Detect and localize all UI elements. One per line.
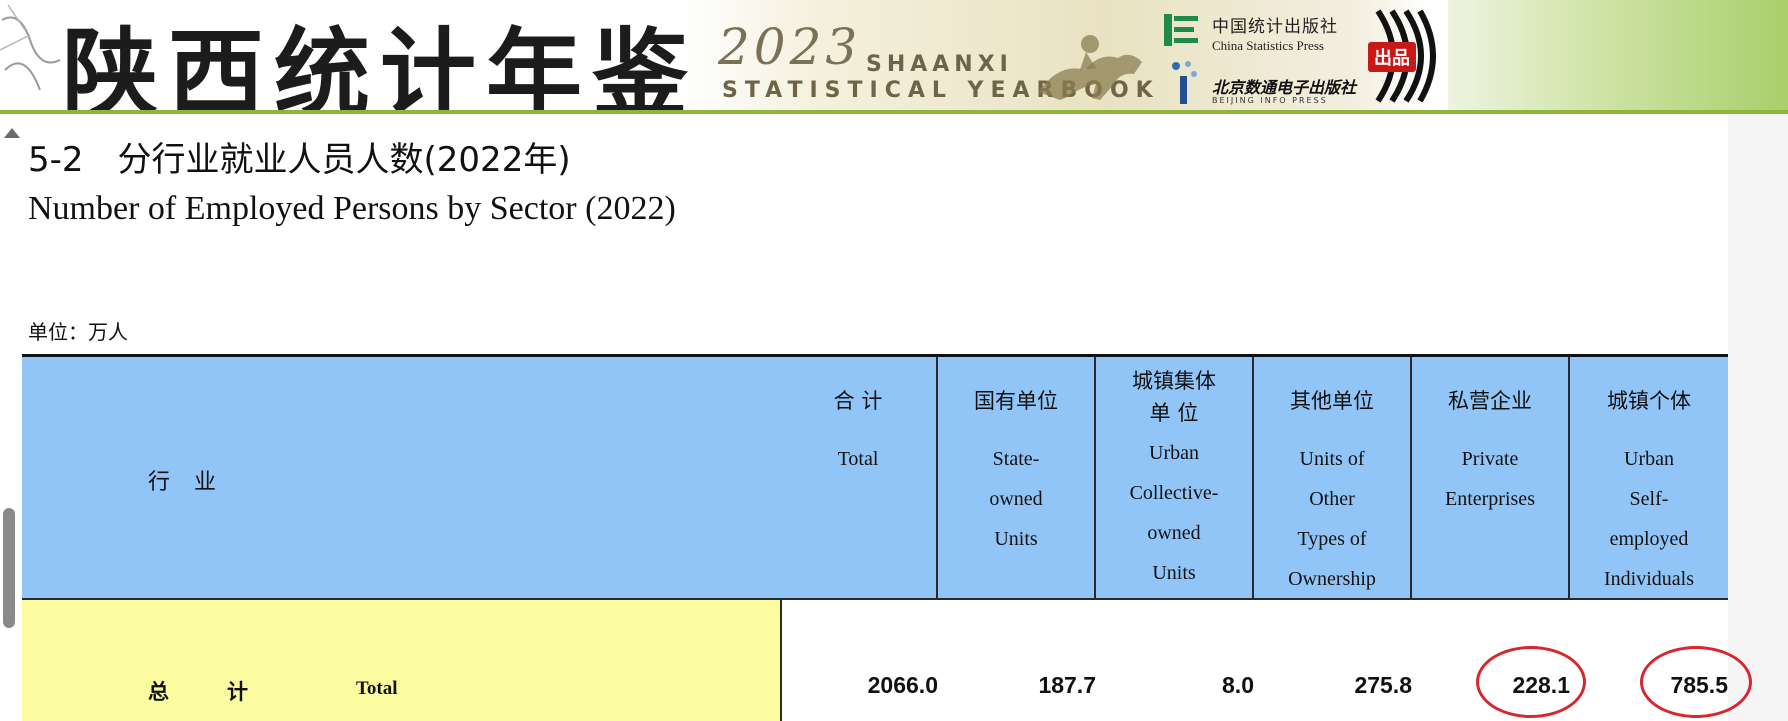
column-header-private: 私营企业 Private Enterprises [1412,357,1570,598]
beijing-info-press-logo-icon [1172,61,1197,104]
cell-other-units: 275.8 [1354,672,1412,698]
press2-name-cn: 北京数通电子出版社 [1212,78,1357,97]
column-header-self-employed: 城镇个体 Urban Self- employed Individuals [1570,357,1728,598]
row-label-cn: 总计 [148,680,306,704]
banner-divider [0,110,1788,114]
highlight-circle-self-employed [1640,646,1752,718]
column-header-cn: 城镇个体 [1607,389,1691,413]
cell-urban-collective: 8.0 [1222,672,1254,698]
column-header-urban-collective: 城镇集体 单 位 Urban Collective- owned Units [1096,357,1254,598]
industry-header-cell [22,357,782,598]
cell-total: 2066.0 [867,672,938,698]
column-header-en: Urban Collective- owned Units [1129,442,1219,584]
horse-rider-illustration-icon [1038,35,1142,100]
highlight-circle-private [1476,646,1586,718]
china-statistics-press-logo-icon [1164,14,1198,46]
column-header-state-owned: 国有单位 State- owned Units [938,357,1096,598]
industry-header-label: 行业 [148,470,241,495]
column-header-cn: 国有单位 [974,389,1058,413]
column-header-en: Total [837,448,879,470]
row-label-cell-total [22,600,782,721]
column-header-cn: 合 计 [833,389,883,413]
row-label-en: Total [356,678,398,699]
press-name-cn: 中国统计出版社 [1212,17,1338,37]
scroll-up-arrow-icon[interactable] [4,128,20,138]
column-header-en: State- owned Units [989,448,1043,550]
yearbook-banner: 陕西统计年鉴 2023 SHAANXI STATISTICAL YEARBOOK… [0,0,1788,110]
column-header-en: Urban Self- employed Individuals [1604,448,1694,590]
column-header-cn: 城镇集体 单 位 [1132,369,1216,425]
cell-state-owned: 187.7 [1038,672,1096,698]
column-header-en: Private Enterprises [1445,448,1535,510]
table-title-cn: 5-2 分行业就业人员人数(2022年) [28,140,571,180]
scrollbar-thumb[interactable] [3,508,15,628]
column-header-en: Units of Other Types of Ownership [1288,448,1376,590]
banner-shaanxi: SHAANXI [866,52,1013,77]
stamp-badge: 出品 [1368,42,1416,72]
column-header-total: 合 计 Total [780,357,938,598]
banner-green-panel [1448,0,1788,110]
column-header-cn: 其他单位 [1290,389,1374,413]
press2-name-en: BEIJING INFO PRESS [1212,96,1328,105]
banner-decoration-icon [0,4,61,91]
column-header-other-units: 其他单位 Units of Other Types of Ownership [1254,357,1412,598]
banner-year: 2023 [718,18,862,76]
column-header-cn: 私营企业 [1448,389,1532,413]
table-title-en: Number of Employed Persons by Sector (20… [28,190,676,227]
banner-title: 陕西统计年鉴 [62,18,698,110]
page-margin [1728,114,1788,721]
press-name-en: China Statistics Press [1212,38,1324,53]
unit-label: 单位：万人 [28,320,128,344]
